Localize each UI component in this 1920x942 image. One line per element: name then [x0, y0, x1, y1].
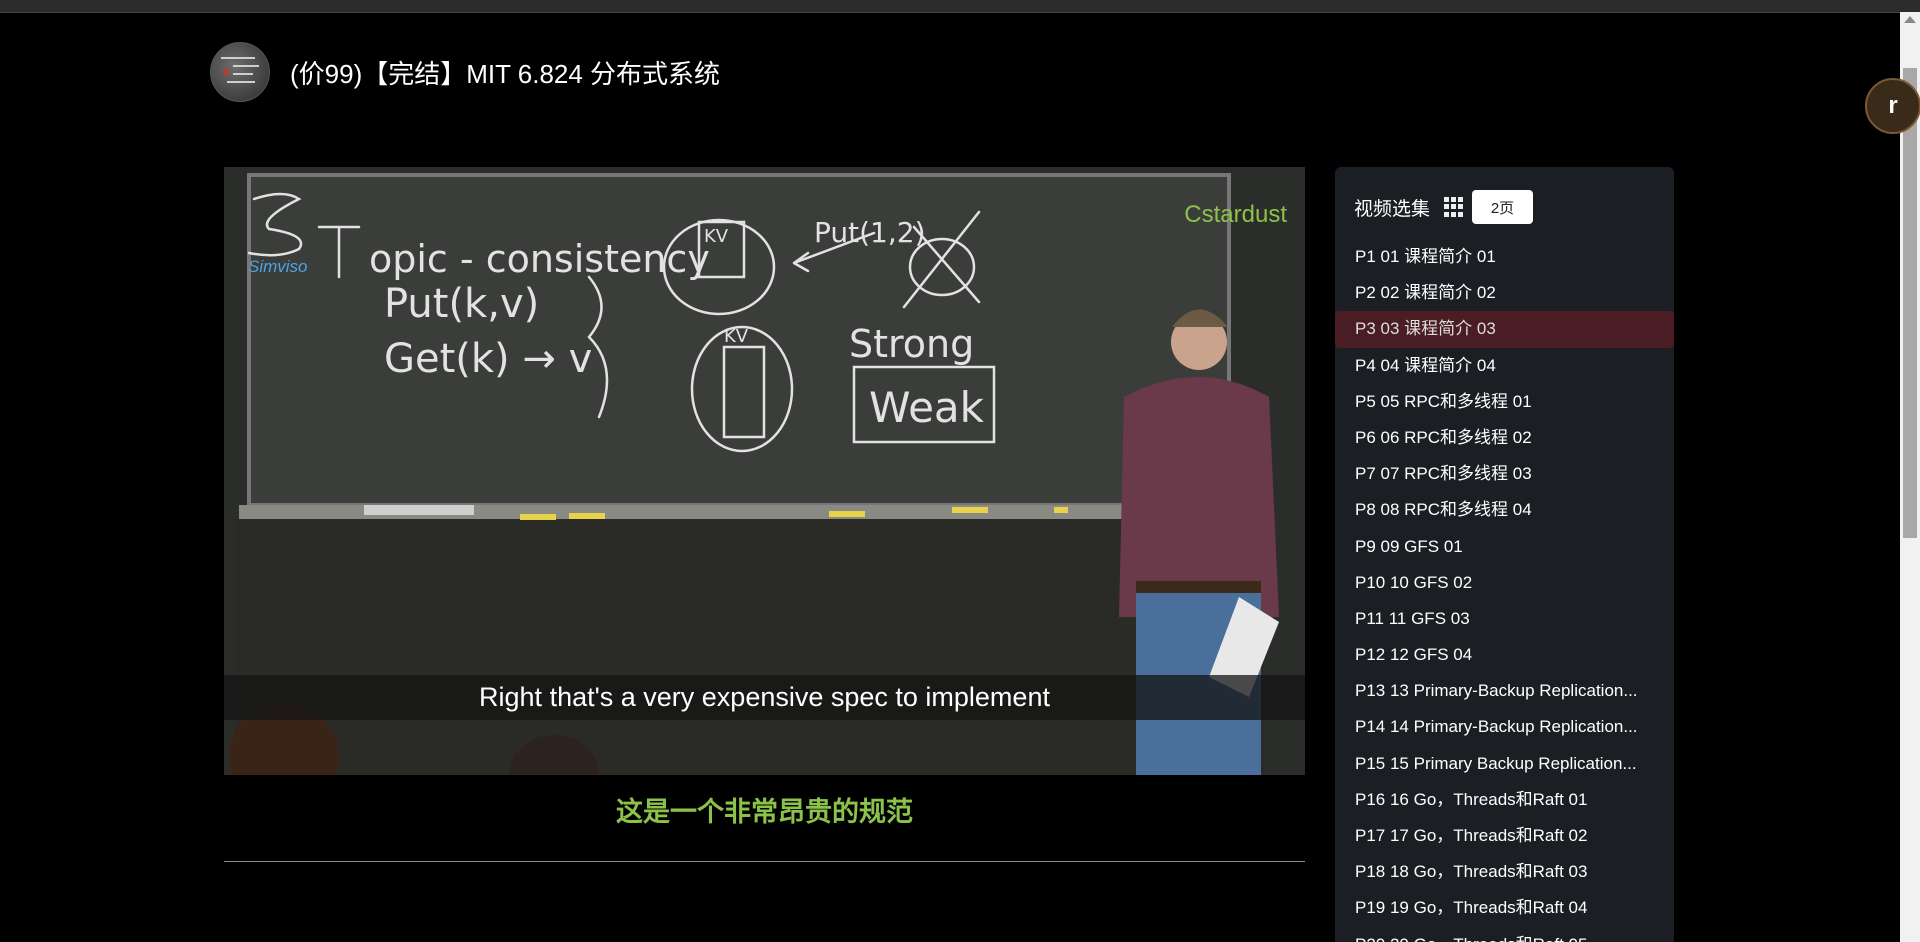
floating-action-button[interactable]: r	[1865, 78, 1920, 134]
svg-text:Put(1,2): Put(1,2)	[814, 216, 926, 249]
page-button[interactable]: 2页	[1472, 190, 1534, 224]
scroll-up-arrow-icon[interactable]	[1904, 16, 1916, 23]
episode-item[interactable]: P19 19 Go，Threads和Raft 04	[1335, 890, 1674, 926]
episode-item[interactable]: P13 13 Primary-Backup Replication...	[1335, 673, 1674, 709]
episode-panel-title: 视频选集	[1354, 198, 1431, 220]
svg-text:KV: KV	[724, 326, 749, 347]
svg-text:opic - consistency: opic - consistency	[369, 237, 710, 281]
episode-item[interactable]: P6 06 RPC和多线程 02	[1335, 420, 1674, 456]
episode-item[interactable]: P18 18 Go，Threads和Raft 03	[1335, 854, 1674, 890]
episode-item[interactable]: P15 15 Primary Backup Replication...	[1335, 746, 1674, 782]
episode-item[interactable]: P20 20 Go，Threads和Raft 05	[1335, 927, 1674, 942]
episode-list: P1 01 课程简介 01 P2 02 课程简介 02 P3 03 课程简介 03 P…	[1335, 239, 1674, 942]
watermark: Cstardust	[1184, 201, 1287, 228]
channel-logo: Simviso	[248, 257, 308, 276]
svg-text:Strong: Strong	[849, 322, 974, 366]
svg-text:Get(k) → v: Get(k) → v	[384, 336, 592, 382]
scroll-thumb[interactable]	[1903, 68, 1917, 538]
video-player[interactable]: opic - consistency Put(k,v) Get(k) → v K…	[224, 167, 1305, 775]
episode-panel: 视频选集 2页 P1 01 课程简介 01 P2 02 课程简介 02 P3 03 …	[1335, 167, 1674, 942]
page-header: (价99)【完结】MIT 6.824 分布式系统	[210, 42, 720, 102]
grid-icon[interactable]	[1444, 197, 1464, 217]
episode-item[interactable]: P10 10 GFS 02	[1335, 565, 1674, 601]
svg-text:Put(k,v): Put(k,v)	[384, 281, 539, 327]
svg-text:KV: KV	[704, 226, 729, 247]
episode-item[interactable]: P5 05 RPC和多线程 01	[1335, 384, 1674, 420]
uploader-avatar[interactable]	[210, 42, 270, 102]
video-title: (价99)【完结】MIT 6.824 分布式系统	[290, 58, 721, 89]
episode-item[interactable]: P16 16 Go，Threads和Raft 01	[1335, 782, 1674, 818]
page-scrollbar[interactable]	[1900, 12, 1920, 942]
episode-item-active[interactable]: P3 03 课程简介 03	[1335, 311, 1674, 348]
subtitle-bar: Right that's a very expensive spec to im…	[224, 675, 1305, 720]
episode-item[interactable]: P8 08 RPC和多线程 04	[1335, 492, 1674, 528]
episode-item[interactable]: P1 01 课程简介 01	[1335, 239, 1674, 275]
svg-text:Weak: Weak	[869, 383, 985, 432]
episode-item[interactable]: P17 17 Go，Threads和Raft 02	[1335, 818, 1674, 854]
episode-item[interactable]: P4 04 课程简介 04	[1335, 348, 1674, 384]
episode-item[interactable]: P9 09 GFS 01	[1335, 529, 1674, 565]
episode-item[interactable]: P7 07 RPC和多线程 03	[1335, 456, 1674, 492]
episode-item[interactable]: P11 11 GFS 03	[1335, 601, 1674, 637]
chinese-subtitle: 这是一个非常昂贵的规范	[616, 797, 913, 827]
english-subtitle: Right that's a very expensive spec to im…	[479, 682, 1050, 712]
episode-item[interactable]: P14 14 Primary-Backup Replication...	[1335, 709, 1674, 745]
episode-panel-header: 视频选集 2页	[1335, 167, 1674, 225]
episode-item[interactable]: P2 02 课程简介 02	[1335, 275, 1674, 311]
divider	[224, 861, 1305, 862]
browser-top-bar	[0, 0, 1920, 13]
episode-item[interactable]: P12 12 GFS 04	[1335, 637, 1674, 673]
